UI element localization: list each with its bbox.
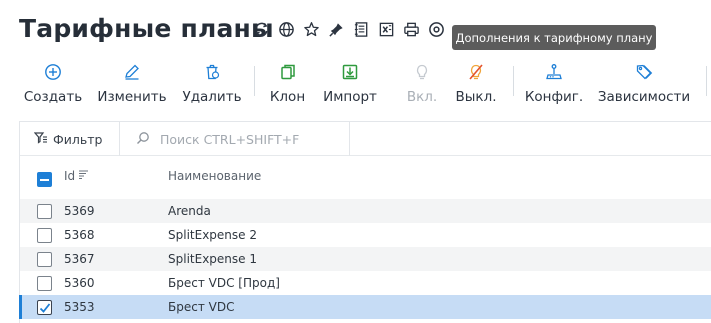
dependencies-label: Зависимости bbox=[597, 89, 691, 105]
config-tooltip: Дополнения к тарифному плану bbox=[452, 25, 656, 50]
enable-label: Вкл. bbox=[406, 89, 438, 105]
table-row[interactable]: 5367 SplitExpense 1 bbox=[20, 247, 711, 271]
edit-label: Изменить bbox=[97, 89, 167, 105]
toolbar-divider bbox=[513, 66, 514, 96]
import-icon bbox=[341, 60, 359, 84]
help-icon[interactable] bbox=[427, 20, 446, 39]
table-header: Id Наименование bbox=[20, 157, 711, 197]
delete-button[interactable]: Удалить bbox=[182, 58, 242, 108]
lightbulb-icon bbox=[413, 60, 431, 84]
sort-icon bbox=[78, 169, 89, 183]
globe-icon[interactable] bbox=[277, 20, 296, 39]
search-box bbox=[120, 122, 350, 156]
refresh-icon[interactable] bbox=[252, 20, 271, 39]
row-name: SplitExpense 1 bbox=[168, 252, 257, 266]
selection-indicator bbox=[19, 295, 22, 319]
search-icon bbox=[136, 130, 150, 149]
clone-button[interactable]: Клон bbox=[269, 58, 306, 108]
print-icon[interactable] bbox=[402, 20, 421, 39]
row-name: Arenda bbox=[168, 204, 211, 218]
table-row[interactable]: 5360 Брест VDC [Прод] bbox=[20, 271, 711, 295]
trash-clock-icon bbox=[203, 60, 221, 84]
table-row[interactable]: 5369 Arenda bbox=[20, 199, 711, 223]
page-title: Тарифные планы bbox=[19, 14, 274, 43]
create-button[interactable]: Создать bbox=[23, 58, 83, 108]
enable-button[interactable]: Вкл. bbox=[407, 58, 437, 108]
clone-label: Клон bbox=[269, 89, 306, 105]
disable-label: Выкл. bbox=[455, 89, 497, 105]
filter-icon bbox=[33, 131, 48, 148]
column-header-name[interactable]: Наименование bbox=[168, 169, 261, 183]
row-checkbox[interactable] bbox=[37, 228, 52, 243]
import-button[interactable]: Импорт bbox=[323, 58, 377, 108]
filter-label: Фильтр bbox=[53, 132, 103, 147]
tags-icon bbox=[635, 60, 653, 84]
notes-icon[interactable] bbox=[352, 20, 371, 39]
star-icon[interactable] bbox=[302, 20, 321, 39]
dependencies-button[interactable]: Зависимости bbox=[597, 58, 691, 108]
config-button[interactable]: Конфиг. bbox=[524, 58, 584, 108]
select-all-checkbox[interactable] bbox=[37, 172, 52, 187]
joystick-icon bbox=[545, 60, 563, 84]
column-header-id[interactable]: Id bbox=[64, 169, 89, 183]
row-name: Брест VDC [Прод] bbox=[168, 276, 280, 290]
lightbulb-off-icon bbox=[467, 60, 485, 84]
row-id: 5368 bbox=[64, 228, 95, 242]
filter-button[interactable]: Фильтр bbox=[33, 131, 103, 148]
toolbar-divider bbox=[706, 66, 707, 96]
row-checkbox-checked[interactable] bbox=[37, 300, 52, 315]
action-toolbar: Создать Изменить Удалить Клон Импорт Вкл… bbox=[0, 58, 711, 108]
row-id: 5369 bbox=[64, 204, 95, 218]
row-checkbox[interactable] bbox=[37, 204, 52, 219]
checkmark-icon bbox=[39, 302, 50, 313]
title-icon-bar bbox=[252, 20, 446, 39]
edit-button[interactable]: Изменить bbox=[97, 58, 167, 108]
toolbar-divider bbox=[254, 66, 255, 96]
tariff-plans-grid: Фильтр Id Наименование 5369 Arenda 5368 bbox=[19, 121, 711, 323]
row-id: 5353 bbox=[64, 300, 95, 314]
plus-circle-icon bbox=[44, 60, 62, 84]
row-checkbox[interactable] bbox=[37, 276, 52, 291]
row-id: 5360 bbox=[64, 276, 95, 290]
create-label: Создать bbox=[23, 89, 83, 105]
config-label: Конфиг. bbox=[524, 89, 584, 105]
import-label: Импорт bbox=[323, 89, 377, 105]
export-excel-icon[interactable] bbox=[377, 20, 396, 39]
row-id: 5367 bbox=[64, 252, 95, 266]
table-row-selected[interactable]: 5353 Брест VDC bbox=[19, 295, 711, 319]
table-row[interactable]: 5368 SplitExpense 2 bbox=[20, 223, 711, 247]
row-checkbox[interactable] bbox=[37, 252, 52, 267]
filter-bar: Фильтр bbox=[20, 122, 711, 156]
pin-icon[interactable] bbox=[327, 20, 346, 39]
search-input[interactable] bbox=[160, 131, 340, 147]
row-name: Брест VDC bbox=[168, 300, 235, 314]
copy-icon bbox=[279, 60, 297, 84]
disable-button[interactable]: Выкл. bbox=[455, 58, 497, 108]
row-name: SplitExpense 2 bbox=[168, 228, 257, 242]
delete-label: Удалить bbox=[182, 89, 242, 105]
pencil-icon bbox=[123, 60, 141, 84]
